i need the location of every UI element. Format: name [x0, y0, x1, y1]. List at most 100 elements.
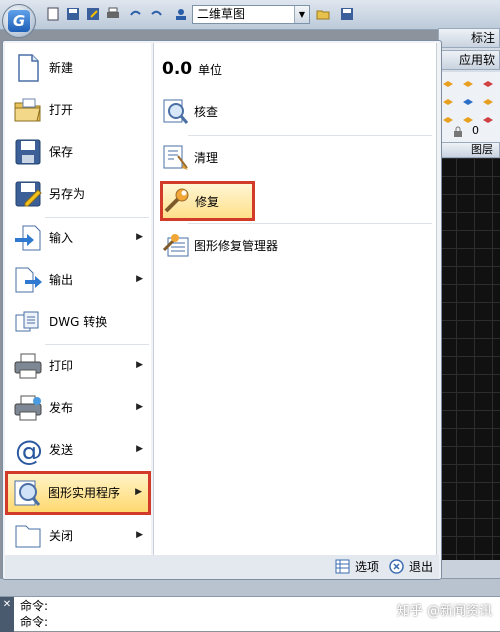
layer-tool-icon[interactable] [442, 94, 454, 106]
save-as-icon [15, 181, 42, 207]
submenu-arrow-icon: ▶ [136, 232, 143, 242]
menu-item-purge[interactable]: 清理 [160, 139, 432, 177]
menu-item-label: 修复 [195, 195, 220, 209]
app-logo-icon: G [8, 10, 30, 32]
layer-tool-icon[interactable] [462, 94, 474, 106]
command-line-text: 命令: [20, 615, 49, 629]
status-bar [0, 578, 500, 596]
layer-panel-title: 图层 [438, 142, 500, 158]
menu-item-label: 关闭 [49, 529, 74, 543]
layer-tool-icons: 0 [438, 72, 500, 142]
chevron-down-icon[interactable]: ▼ [294, 6, 309, 23]
close-icon [389, 559, 404, 574]
menu-divider [188, 223, 432, 224]
menu-item-publish[interactable]: 发布 ▶ [9, 389, 149, 427]
layer-tool-icon[interactable] [462, 76, 474, 88]
save-as-icon[interactable] [86, 7, 100, 21]
layer-tool-icon[interactable] [462, 112, 474, 124]
menu-item-repair[interactable]: 修复 [160, 181, 255, 221]
save-icon[interactable] [66, 7, 80, 21]
menu-item-label: DWG 转换 [49, 315, 108, 329]
workspace-dropdown[interactable]: 二维草图 ▼ [192, 5, 310, 24]
command-line-close-icon[interactable]: ✕ [0, 597, 14, 632]
submenu-arrow-icon: ▶ [136, 360, 143, 370]
menu-item-units[interactable]: 0.0 单位 [160, 51, 432, 89]
close-folder-icon [15, 525, 41, 548]
submenu-arrow-icon: ▶ [135, 487, 142, 497]
menu-item-drawing-utilities[interactable]: 图形实用程序 ▶ [5, 471, 151, 515]
menu-item-label: 发送 [49, 443, 74, 457]
menu-item-send[interactable]: @ 发送 ▶ [9, 431, 149, 469]
menu-divider [45, 217, 149, 218]
drawing-canvas[interactable] [438, 158, 500, 578]
layer-tool-icon[interactable] [482, 76, 494, 88]
at-send-icon: @ [15, 435, 43, 465]
menu-item-label: 单位 [198, 63, 223, 77]
layer-tool-icon[interactable] [482, 112, 494, 124]
submenu-arrow-icon: ▶ [136, 274, 143, 284]
printer-icon [14, 353, 42, 379]
menu-item-new[interactable]: 新建 [9, 49, 149, 87]
audit-icon [163, 99, 189, 124]
svg-text:@: @ [15, 435, 43, 465]
exit-label: 退出 [409, 560, 434, 574]
lock-icon[interactable] [452, 126, 464, 138]
menu-divider [45, 344, 149, 345]
print-icon[interactable] [106, 7, 120, 21]
application-menu-button[interactable]: G [2, 4, 36, 38]
layer-tool-icon[interactable] [442, 76, 454, 88]
exit-button[interactable]: 退出 [389, 558, 433, 576]
menu-item-label: 核查 [194, 105, 219, 119]
menu-right-column: 0.0 单位 核查 清理 修复 图形修复管理器 [153, 43, 437, 555]
dwg-convert-icon [15, 311, 39, 332]
menu-item-save[interactable]: 保存 [9, 133, 149, 171]
workspace-value: 二维草图 [197, 7, 246, 21]
redo-icon[interactable] [150, 7, 164, 21]
tab-apply[interactable]: 应用软 [438, 50, 500, 70]
menu-footer: 选项 退出 [5, 555, 439, 579]
layer-tool-icon[interactable] [442, 112, 454, 124]
new-icon[interactable] [46, 7, 60, 21]
save-icon-2[interactable] [340, 7, 354, 21]
menu-item-save-as[interactable]: 另存为 [9, 175, 149, 213]
menu-item-label: 输出 [49, 273, 74, 287]
application-menu: 新建 打开 保存 另存为 输入 ▶ 输出 ▶ DWG 转换 打印 ▶ 发布 ▶ … [2, 40, 442, 580]
menu-item-label: 输入 [49, 231, 74, 245]
menu-divider [188, 135, 432, 136]
menu-item-import[interactable]: 输入 ▶ [9, 219, 149, 257]
submenu-arrow-icon: ▶ [136, 444, 143, 454]
menu-item-label: 图形实用程序 [48, 486, 121, 500]
undo-icon[interactable] [128, 7, 142, 21]
menu-item-label: 清理 [194, 151, 219, 165]
menu-item-label: 打印 [49, 359, 74, 373]
import-icon [15, 225, 41, 251]
menu-item-export[interactable]: 输出 ▶ [9, 261, 149, 299]
menu-item-label: 图形修复管理器 [194, 239, 279, 253]
submenu-arrow-icon: ▶ [136, 402, 143, 412]
menu-item-label: 发布 [49, 401, 74, 415]
menu-item-recovery-manager[interactable]: 图形修复管理器 [160, 227, 432, 265]
publish-icon [14, 395, 42, 421]
menu-item-label: 保存 [49, 145, 74, 159]
menu-item-label: 新建 [49, 61, 74, 75]
options-label: 选项 [355, 560, 380, 574]
menu-item-open[interactable]: 打开 [9, 91, 149, 129]
repair-wrench-icon [164, 188, 189, 213]
menu-item-print[interactable]: 打印 ▶ [9, 347, 149, 385]
open-folder-icon[interactable] [316, 7, 330, 21]
quick-access-toolbar: 二维草图 ▼ [0, 0, 500, 30]
menu-left-column: 新建 打开 保存 另存为 输入 ▶ 输出 ▶ DWG 转换 打印 ▶ 发布 ▶ … [5, 43, 151, 555]
workspace-icon [176, 9, 186, 20]
menu-item-audit[interactable]: 核查 [160, 93, 432, 131]
purge-icon [163, 145, 188, 170]
new-file-icon [18, 54, 39, 82]
menu-item-dwg-convert[interactable]: DWG 转换 [9, 303, 149, 341]
recovery-manager-icon [162, 234, 189, 257]
watermark-text: 知乎 @新闻资讯 [396, 604, 492, 619]
menu-item-close[interactable]: 关闭 ▶ [9, 517, 149, 555]
command-line-text: 命令: [20, 599, 49, 613]
export-icon [15, 267, 42, 293]
tab-annotate[interactable]: 标注 [438, 28, 500, 48]
layer-tool-icon[interactable] [482, 94, 494, 106]
options-button[interactable]: 选项 [335, 558, 379, 576]
